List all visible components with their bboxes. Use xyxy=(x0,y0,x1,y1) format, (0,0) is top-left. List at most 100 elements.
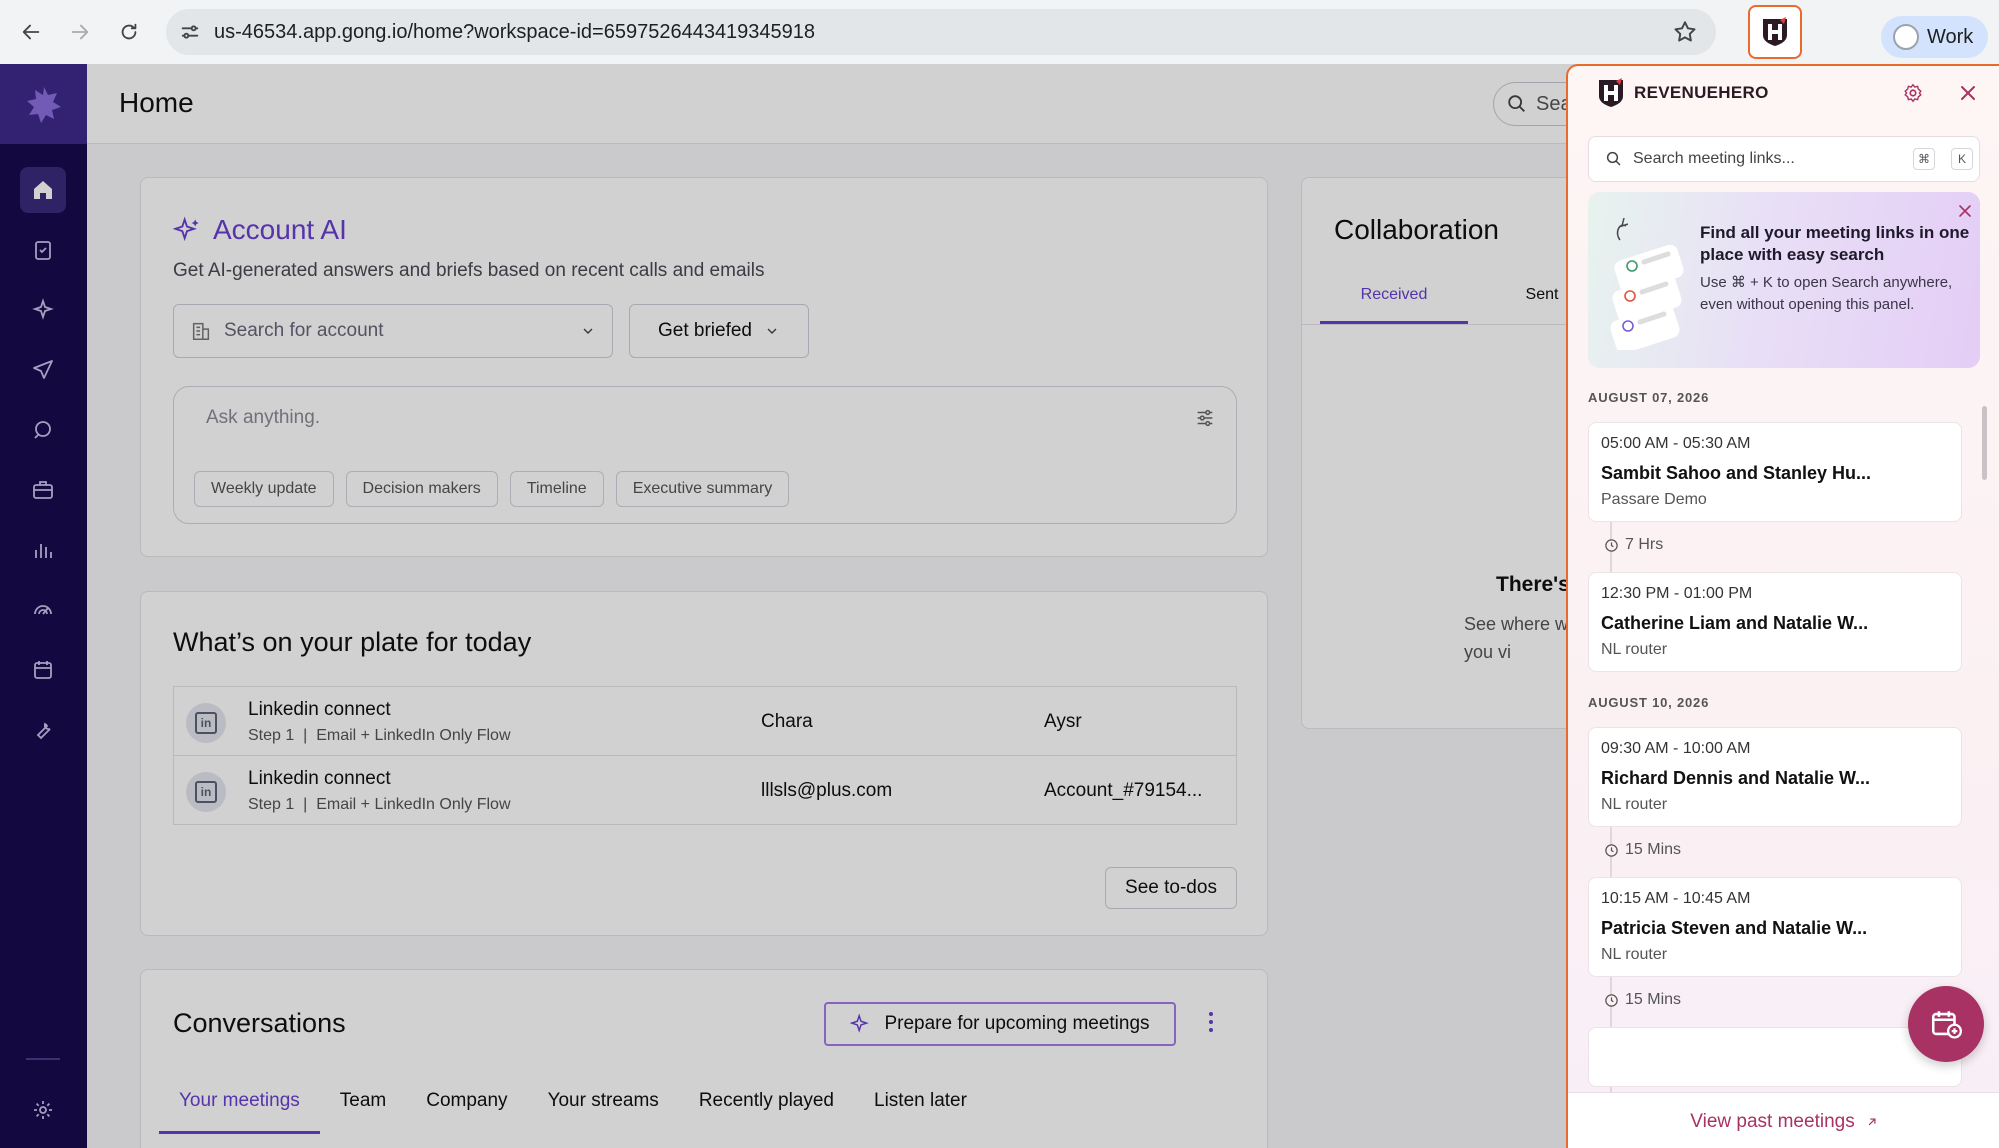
meeting-participants: Richard Dennis and Natalie W... xyxy=(1601,768,1871,788)
tab-received[interactable]: Received xyxy=(1320,286,1468,324)
todo-row-step: Step 1 | Email + LinkedIn Only Flow xyxy=(248,796,511,813)
meeting-time: 10:15 AM - 10:45 AM xyxy=(1601,890,1751,907)
nav-engage-icon[interactable] xyxy=(20,347,66,393)
profile-button[interactable]: Work xyxy=(1881,16,1988,58)
site-settings-icon[interactable] xyxy=(176,18,204,46)
promo-close-icon[interactable] xyxy=(1958,204,1972,218)
chip-timeline[interactable]: Timeline xyxy=(509,471,604,507)
revenuehero-extension-button[interactable] xyxy=(1748,5,1802,59)
todo-row[interactable]: in Linkedin connect Step 1 | Email + Lin… xyxy=(173,755,1237,825)
left-nav-rail xyxy=(0,64,87,1148)
nav-calendar-icon[interactable] xyxy=(20,647,66,693)
linkedin-icon: in xyxy=(186,772,226,812)
chip-decision-makers[interactable]: Decision makers xyxy=(345,471,498,507)
chevron-down-icon xyxy=(767,328,777,334)
meeting-time: 05:00 AM - 05:30 AM xyxy=(1601,435,1751,452)
meeting-card[interactable]: 05:00 AM - 05:30 AM Sambit Sahoo and Sta… xyxy=(1588,422,1962,522)
meeting-gap-label: 15 Mins xyxy=(1625,991,1682,1008)
bookmark-star-icon[interactable] xyxy=(1672,19,1698,45)
nav-settings-icon[interactable] xyxy=(20,1087,66,1133)
page-title: Home xyxy=(119,87,194,118)
nav-forecast-icon[interactable] xyxy=(20,587,66,633)
todo-row-account: Aysr xyxy=(1044,711,1082,732)
nav-tasks-icon[interactable] xyxy=(20,227,66,273)
meeting-link-search[interactable]: Search meeting links... ⌘ K xyxy=(1588,136,1980,182)
see-todos-button[interactable]: See to-dos xyxy=(1105,867,1237,909)
nav-tools-icon[interactable] xyxy=(20,707,66,753)
nav-home-icon[interactable] xyxy=(20,167,66,213)
tab-listen-later[interactable]: Listen later xyxy=(854,1090,987,1134)
url-text[interactable]: us-46534.app.gong.io/home?workspace-id=6… xyxy=(214,21,815,44)
nav-analytics-icon[interactable] xyxy=(20,527,66,573)
tab-your-meetings[interactable]: Your meetings xyxy=(159,1090,320,1134)
back-icon[interactable] xyxy=(13,14,49,50)
account-select-placeholder: Search for account xyxy=(224,320,384,341)
meeting-gap: 15 Mins xyxy=(1604,991,1681,1009)
get-briefed-button[interactable]: Get briefed xyxy=(629,304,809,358)
ask-placeholder: Ask anything. xyxy=(206,407,321,428)
external-link-icon xyxy=(1868,1118,1876,1125)
revenuehero-logo-icon xyxy=(1763,17,1787,46)
search-promo-banner: Find all your meeting links in one place… xyxy=(1588,192,1980,368)
todo-row-contact: Chara xyxy=(761,711,813,732)
meeting-search-placeholder: Search meeting links... xyxy=(1633,150,1795,167)
account-select[interactable]: Search for account xyxy=(173,304,613,358)
todo-row[interactable]: in Linkedin connect Step 1 | Email + Lin… xyxy=(173,686,1237,756)
meeting-gap: 7 Hrs xyxy=(1604,536,1663,554)
day-label: AUGUST 07, 2026 xyxy=(1588,390,1710,405)
gong-logo-icon[interactable] xyxy=(0,64,87,144)
meeting-card[interactable]: 12:30 PM - 01:00 PM Catherine Liam and N… xyxy=(1588,572,1962,672)
revenuehero-logo-icon xyxy=(1599,78,1623,107)
meeting-participants: Patricia Steven and Natalie W... xyxy=(1601,918,1868,938)
suggestion-chips: Weekly update Decision makers Timeline E… xyxy=(194,471,790,507)
sparkle-icon xyxy=(173,216,199,242)
chip-weekly-update[interactable]: Weekly update xyxy=(194,471,334,507)
add-calendar-button[interactable] xyxy=(1908,986,1984,1062)
filter-sliders-icon[interactable] xyxy=(1194,407,1216,429)
ask-anything-box[interactable]: Ask anything. Weekly update Decision mak… xyxy=(173,386,1237,524)
tab-team[interactable]: Team xyxy=(320,1090,406,1134)
view-past-meetings-link[interactable]: View past meetings xyxy=(1568,1092,1999,1148)
panel-scrollbar[interactable] xyxy=(1982,406,1987,480)
profile-label: Work xyxy=(1927,25,1974,48)
meeting-card[interactable] xyxy=(1588,1027,1962,1087)
account-ai-header: Account AI xyxy=(173,214,347,246)
conversations-card: Conversations Prepare for upcoming meeti… xyxy=(140,969,1268,1148)
browser-toolbar: us-46534.app.gong.io/home?workspace-id=6… xyxy=(0,0,1999,64)
forward-icon[interactable] xyxy=(62,14,98,50)
nav-conversations-icon[interactable] xyxy=(20,407,66,453)
promo-title: Find all your meeting links in one place… xyxy=(1700,223,1970,264)
tab-company[interactable]: Company xyxy=(406,1090,527,1134)
meeting-card[interactable]: 09:30 AM - 10:00 AM Richard Dennis and N… xyxy=(1588,727,1962,827)
address-bar[interactable]: us-46534.app.gong.io/home?workspace-id=6… xyxy=(166,9,1716,55)
tab-recently-played[interactable]: Recently played xyxy=(679,1090,854,1134)
todo-row-contact: lllsls@plus.com xyxy=(761,780,893,801)
tab-your-streams[interactable]: Your streams xyxy=(528,1090,679,1134)
more-options-icon[interactable] xyxy=(1201,1012,1221,1036)
search-icon xyxy=(1606,151,1621,166)
todo-row-step: Step 1 | Email + LinkedIn Only Flow xyxy=(248,727,511,744)
gear-icon[interactable] xyxy=(1902,82,1924,104)
get-briefed-label: Get briefed xyxy=(658,320,752,341)
empty-state-title: There's xyxy=(1496,573,1570,596)
meeting-router: NL router xyxy=(1601,796,1668,813)
meeting-gap: 15 Mins xyxy=(1604,841,1681,859)
meeting-time: 12:30 PM - 01:00 PM xyxy=(1601,585,1753,602)
revenuehero-brand: REVENUEHERO xyxy=(1594,76,1769,110)
prepare-meetings-button[interactable]: Prepare for upcoming meetings xyxy=(824,1002,1176,1046)
nav-deals-icon[interactable] xyxy=(20,467,66,513)
nav-ai-icon[interactable] xyxy=(20,287,66,333)
close-icon[interactable] xyxy=(1956,81,1980,105)
meeting-gap-label: 7 Hrs xyxy=(1625,536,1664,553)
reload-icon[interactable] xyxy=(111,14,147,50)
day-label: AUGUST 10, 2026 xyxy=(1588,695,1710,710)
chip-executive-summary[interactable]: Executive summary xyxy=(615,471,790,507)
account-ai-title: Account AI xyxy=(213,214,347,245)
clock-icon xyxy=(1605,993,1618,1007)
clock-icon xyxy=(1605,538,1618,552)
todo-title: What’s on your plate for today xyxy=(173,627,532,657)
todo-row-title: Linkedin connect xyxy=(248,699,391,720)
meeting-card[interactable]: 10:15 AM - 10:45 AM Patricia Steven and … xyxy=(1588,877,1962,977)
meeting-links-illustration-icon xyxy=(1610,217,1684,350)
meeting-router: NL router xyxy=(1601,946,1668,963)
